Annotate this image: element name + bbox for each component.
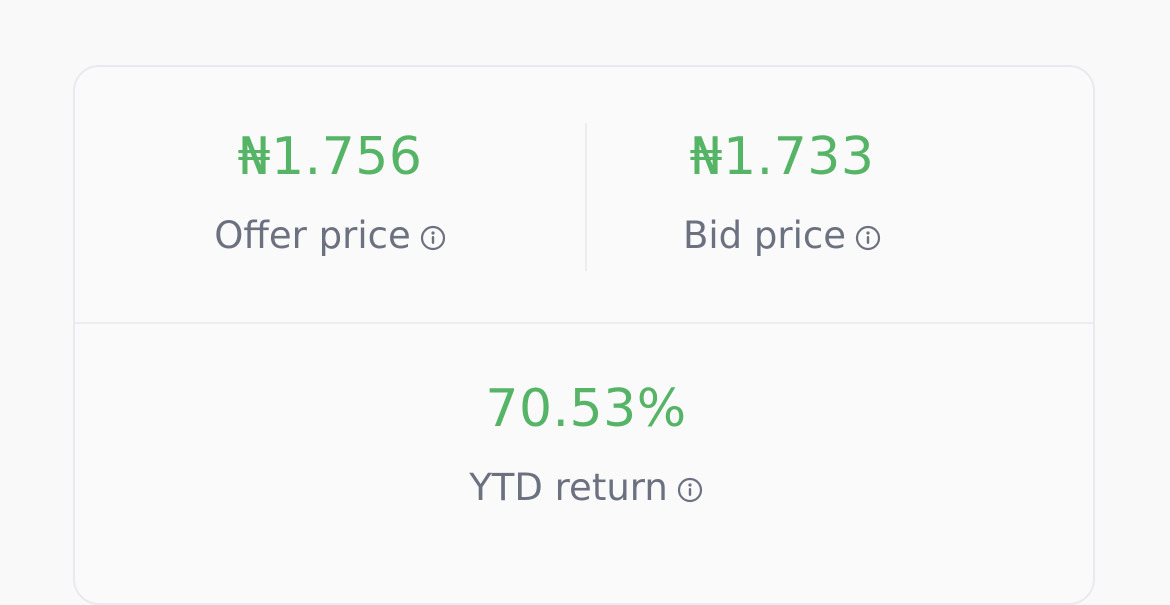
bid-price-label-row: Bid price	[587, 211, 977, 261]
offer-price-info-icon[interactable]	[420, 225, 446, 251]
horizontal-divider	[75, 322, 1093, 324]
bid-price-info-icon[interactable]	[855, 225, 881, 251]
ytd-return-label-row: YTD return	[75, 463, 1097, 513]
offer-price-label: Offer price	[214, 214, 411, 257]
ytd-return-label: YTD return	[469, 466, 668, 509]
ytd-return-info-icon[interactable]	[677, 477, 703, 503]
price-row: ₦1.756 Offer price ₦1.733 Bid price	[75, 67, 1093, 323]
offer-price-value: ₦1.756	[237, 127, 423, 187]
fund-stats-card: ₦1.756 Offer price ₦1.733 Bid price 70.5…	[73, 65, 1095, 605]
offer-price-label-row: Offer price	[75, 211, 585, 261]
ytd-return-value: 70.53%	[485, 379, 687, 439]
bid-price-stat: ₦1.733 Bid price	[587, 125, 977, 261]
offer-price-stat: ₦1.756 Offer price	[75, 125, 585, 261]
bid-price-label: Bid price	[683, 214, 846, 257]
ytd-return-stat: 70.53% YTD return	[75, 377, 1097, 513]
bid-price-value: ₦1.733	[689, 127, 875, 187]
